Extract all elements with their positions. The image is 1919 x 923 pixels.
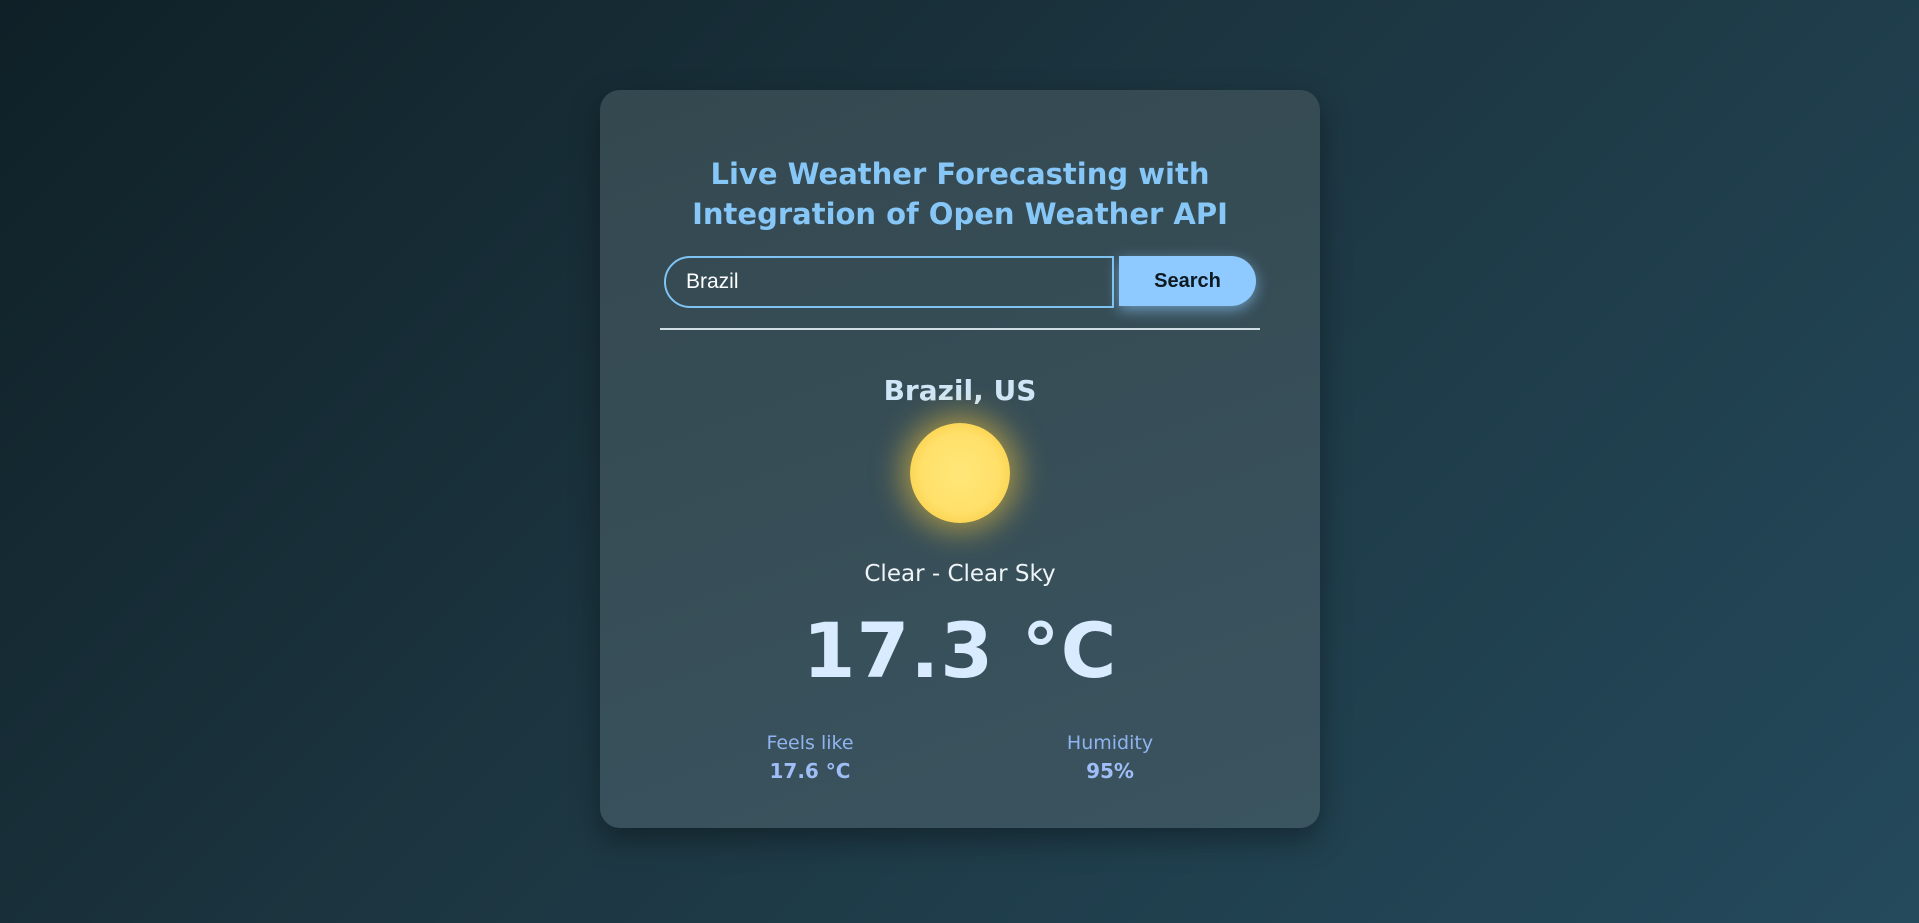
app-title: Live Weather Forecasting with Integratio… [692, 157, 1228, 231]
location-name: Brazil, US [883, 374, 1037, 407]
divider [660, 328, 1260, 330]
weather-card: Live Weather Forecasting with Integratio… [600, 90, 1320, 828]
humidity-label: Humidity [1066, 732, 1154, 754]
search-input[interactable] [664, 256, 1114, 308]
feels-like-value: 17.6 °C [769, 759, 851, 783]
weather-description: Clear - Clear Sky [864, 561, 1056, 587]
humidity-value: 95% [1086, 759, 1134, 783]
feels-like-stat: Feels like 17.6 °C [730, 730, 890, 786]
search-button[interactable]: Search [1119, 256, 1256, 306]
temperature: 17.3 °C [802, 606, 1118, 695]
search-bar: Search [664, 256, 1257, 308]
humidity-stat: Humidity 95% [1030, 730, 1190, 786]
feels-like-label: Feels like [766, 732, 854, 754]
sun-icon [910, 423, 1010, 523]
